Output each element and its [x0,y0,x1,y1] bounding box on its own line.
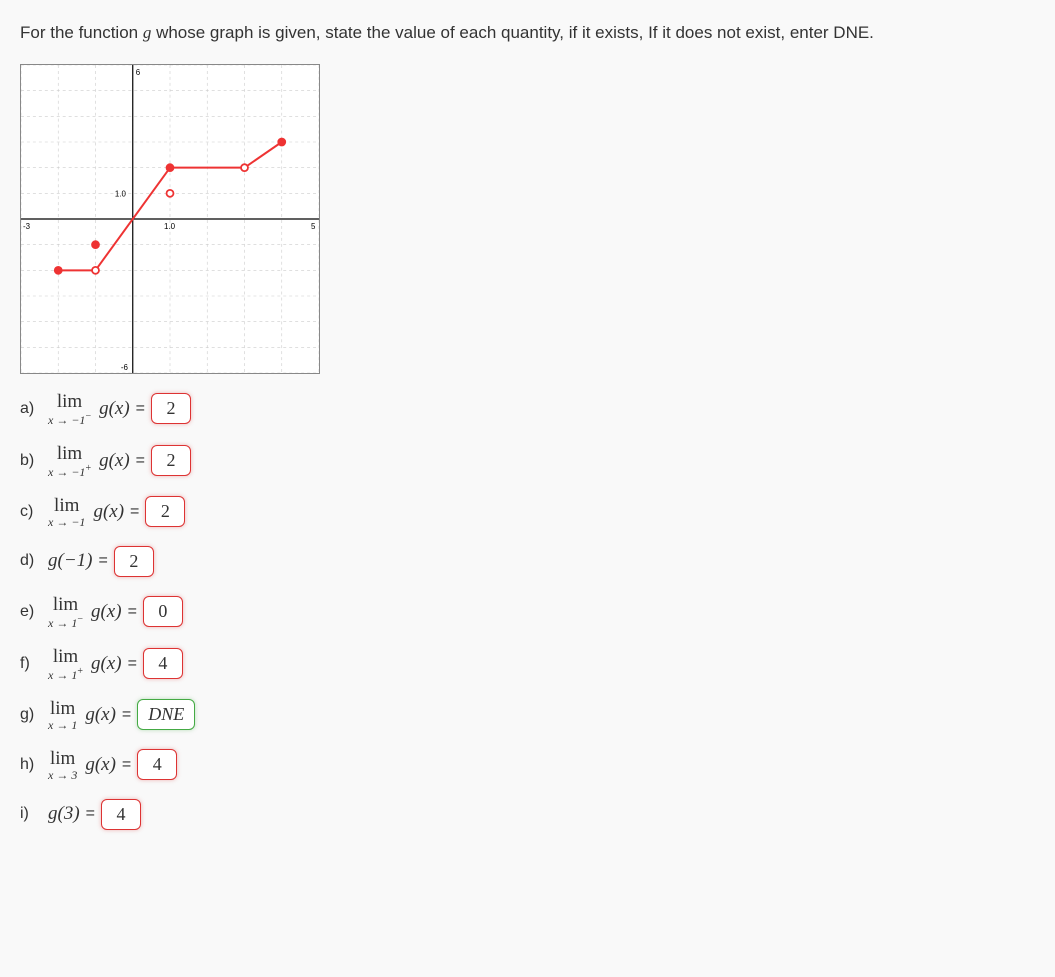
equals-sign: = [136,400,145,418]
limit-sub: x → −1 [48,516,85,528]
limit-sub: x → −1+ [48,464,91,478]
question-label: i) [20,805,42,823]
function-expression: g(x) [91,601,122,623]
question-row: e) limx → 1− g(x) = 0 [20,595,1035,629]
question-label: c) [20,503,42,521]
limit-notation: limx → −1 [48,496,85,528]
equals-sign: = [122,706,131,724]
limit-word: lim [53,595,78,614]
answer-input[interactable]: 4 [137,749,177,780]
equals-sign: = [98,552,107,570]
math-expression: g(3) [48,803,80,825]
equals-sign: = [128,603,137,621]
math-expression: limx → 1+ g(x) [48,647,122,681]
answer-input[interactable]: 0 [143,596,183,627]
question-label: b) [20,452,42,470]
svg-text:1.0: 1.0 [164,221,176,230]
function-expression: g(x) [85,704,116,726]
function-expression: g(x) [85,754,116,776]
function-expression: g(−1) [48,550,92,572]
answer-input[interactable]: 2 [114,546,154,577]
limit-word: lim [50,699,75,718]
answer-input[interactable]: 4 [101,799,141,830]
equals-sign: = [136,452,145,470]
svg-text:5: 5 [311,221,316,230]
equals-sign: = [122,756,131,774]
limit-notation: limx → 3 [48,749,77,781]
question-row: g) limx → 1 g(x) = DNE [20,699,1035,731]
svg-text:1.0: 1.0 [115,189,127,198]
answer-input[interactable]: 2 [145,496,185,527]
question-row: f) limx → 1+ g(x) = 4 [20,647,1035,681]
question-prompt: For the function g whose graph is given,… [20,20,1035,46]
limit-notation: limx → −1− [48,392,91,426]
question-list: a)limx → −1−g(x)=2b)limx → −1+g(x)=2c)li… [20,392,1035,830]
math-expression: limx → −1+ g(x) [48,444,130,478]
equals-sign: = [130,503,139,521]
question-label: a) [20,400,42,418]
question-row: a) limx → −1− g(x) = 2 [20,392,1035,426]
limit-sub: x → 1− [48,615,83,629]
limit-sub: x → 3 [48,769,77,781]
function-graph: -3 5 6 -6 1.0 1.0 [20,64,320,374]
function-expression: g(x) [99,450,130,472]
question-row: h) limx → 3 g(x) = 4 [20,749,1035,781]
answer-input[interactable]: DNE [137,699,195,730]
svg-text:-3: -3 [23,221,31,230]
question-label: d) [20,552,42,570]
limit-notation: limx → 1 [48,699,77,731]
svg-text:6: 6 [136,67,141,76]
math-expression: limx → 1 g(x) [48,699,116,731]
limit-word: lim [50,749,75,768]
function-expression: g(x) [99,398,130,420]
answer-input[interactable]: 2 [151,393,191,424]
limit-word: lim [57,392,82,411]
question-label: h) [20,756,42,774]
function-expression: g(x) [91,653,122,675]
function-expression: g(x) [93,501,124,523]
math-expression: limx → 3 g(x) [48,749,116,781]
question-row: d) g(−1) = 2 [20,546,1035,577]
math-expression: limx → −1 g(x) [48,496,124,528]
question-label: e) [20,603,42,621]
limit-word: lim [57,444,82,463]
prompt-post: whose graph is given, state the value of… [151,23,874,42]
question-row: b) limx → −1+ g(x) = 2 [20,444,1035,478]
limit-notation: limx → 1− [48,595,83,629]
answer-input[interactable]: 4 [143,648,183,679]
prompt-pre: For the function [20,23,143,42]
limit-notation: limx → 1+ [48,647,83,681]
limit-word: lim [53,647,78,666]
question-label: g) [20,706,42,724]
math-expression: limx → 1− g(x) [48,595,122,629]
question-row: i) g(3) = 4 [20,799,1035,830]
equals-sign: = [86,805,95,823]
limit-sub: x → −1− [48,412,91,426]
answer-input[interactable]: 2 [151,445,191,476]
svg-text:-6: -6 [121,363,129,372]
limit-notation: limx → −1+ [48,444,91,478]
equals-sign: = [128,655,137,673]
function-expression: g(3) [48,803,80,825]
math-expression: g(−1) [48,550,92,572]
limit-sub: x → 1 [48,719,77,731]
math-expression: limx → −1− g(x) [48,392,130,426]
limit-word: lim [54,496,79,515]
question-label: f) [20,655,42,673]
question-row: c) limx → −1 g(x) = 2 [20,496,1035,528]
graph-svg: -3 5 6 -6 1.0 1.0 [21,65,319,373]
limit-sub: x → 1+ [48,667,83,681]
